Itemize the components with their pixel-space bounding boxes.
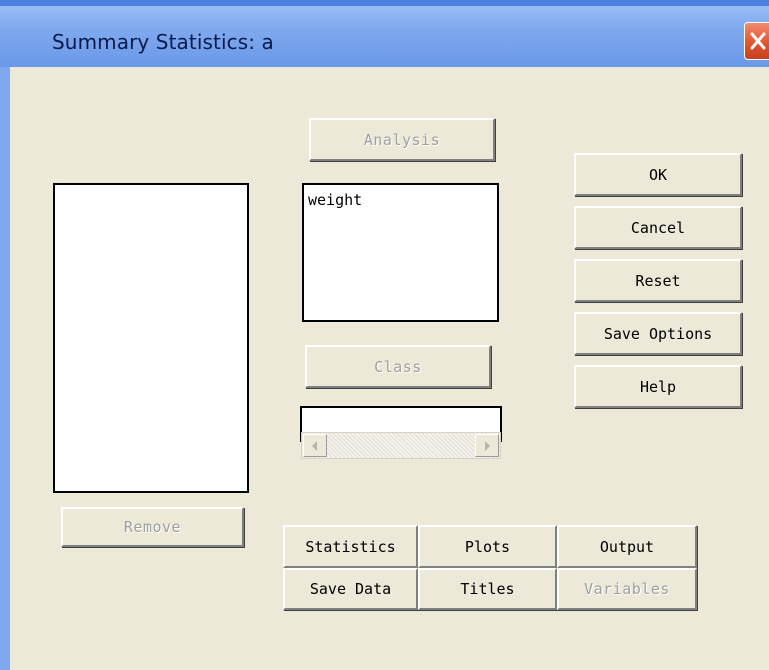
save-data-button[interactable]: Save Data xyxy=(283,568,418,610)
close-button[interactable] xyxy=(744,22,769,60)
scroll-right-arrow-icon xyxy=(485,441,490,451)
save-options-button[interactable]: Save Options xyxy=(574,312,742,355)
analysis-button[interactable]: Analysis xyxy=(309,118,495,161)
class-horizontal-scrollbar[interactable] xyxy=(301,432,501,459)
statistics-button[interactable]: Statistics xyxy=(283,525,418,568)
window-title: Summary Statistics: a xyxy=(52,30,274,54)
output-button[interactable]: Output xyxy=(557,525,697,568)
scroll-right-button[interactable] xyxy=(475,434,499,457)
cancel-button[interactable]: Cancel xyxy=(574,206,742,249)
window-left-border xyxy=(0,67,10,670)
list-item[interactable]: weight xyxy=(304,185,497,209)
analysis-listbox[interactable]: weight xyxy=(302,183,499,322)
variables-button[interactable]: Variables xyxy=(557,568,697,610)
remove-button[interactable]: Remove xyxy=(61,507,244,547)
plots-button[interactable]: Plots xyxy=(418,525,557,568)
variables-listbox[interactable] xyxy=(53,183,249,493)
close-icon xyxy=(750,32,766,50)
reset-button[interactable]: Reset xyxy=(574,259,742,302)
help-button[interactable]: Help xyxy=(574,365,742,408)
scroll-left-arrow-icon xyxy=(312,441,317,451)
class-button[interactable]: Class xyxy=(305,345,491,388)
titles-button[interactable]: Titles xyxy=(418,568,557,610)
title-bar: Summary Statistics: a xyxy=(0,0,769,67)
scroll-left-button[interactable] xyxy=(303,434,327,457)
ok-button[interactable]: OK xyxy=(574,153,742,196)
title-bar-top-strip xyxy=(0,0,769,6)
